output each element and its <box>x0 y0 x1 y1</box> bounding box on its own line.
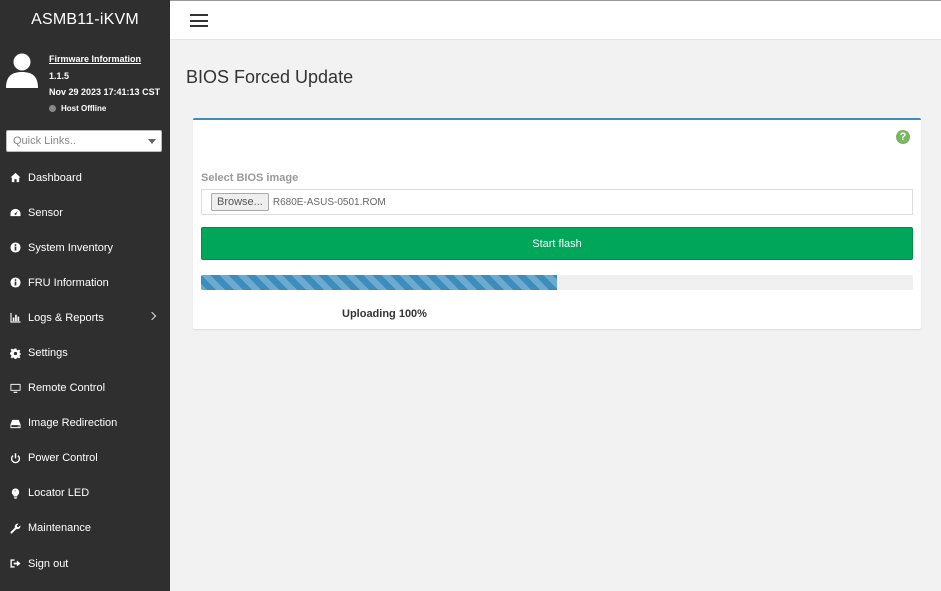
info-circle-icon <box>10 242 21 253</box>
upload-progress-track <box>201 275 913 290</box>
user-panel: Firmware Information 1.1.5 Nov 29 2023 1… <box>0 40 170 120</box>
wrench-icon <box>10 523 21 534</box>
home-icon <box>10 172 21 183</box>
start-flash-button[interactable]: Start flash <box>201 227 913 260</box>
lightbulb-icon <box>10 488 21 499</box>
host-status-label: Host Offline <box>61 103 107 113</box>
sidebar-item-label: System Inventory <box>28 241 113 254</box>
page-title: BIOS Forced Update <box>186 67 354 87</box>
sidebar: ASMB11-iKVM Firmware Information 1.1.5 N… <box>0 0 170 591</box>
quick-links-placeholder: Quick Links.. <box>13 135 76 147</box>
hamburger-menu-icon[interactable] <box>190 14 208 27</box>
sidebar-item-label: Sign out <box>28 557 69 570</box>
caret-down-icon <box>148 139 156 144</box>
sidebar-item-label: Settings <box>28 347 68 360</box>
sidebar-item-label: Power Control <box>28 452 98 465</box>
sidebar-item-label: Locator LED <box>28 487 90 500</box>
sidebar-item-remote-control[interactable]: Remote Control <box>0 371 170 406</box>
sign-out-icon <box>10 558 21 569</box>
selected-file-name: R680E-ASUS-0501.ROM <box>272 196 386 208</box>
user-avatar-icon <box>6 53 38 88</box>
tachometer-icon <box>10 207 21 218</box>
sidebar-item-label: Dashboard <box>28 171 82 184</box>
sidebar-item-label: Sensor <box>28 206 63 219</box>
sidebar-item-label: Logs & Reports <box>28 311 104 324</box>
info-circle-icon <box>10 277 21 288</box>
help-icon[interactable]: ? <box>896 130 910 144</box>
status-dot-icon <box>49 105 56 112</box>
sidebar-item-power-control[interactable]: Power Control <box>0 441 170 476</box>
select-bios-image-label: Select BIOS image <box>201 172 299 184</box>
firmware-build-date: Nov 29 2023 17:41:13 CST <box>49 87 161 97</box>
firmware-information-link[interactable]: Firmware Information <box>49 51 160 68</box>
sidebar-item-sign-out[interactable]: Sign out <box>0 546 170 581</box>
sidebar-item-system-inventory[interactable]: System Inventory <box>0 230 170 265</box>
sidebar-item-locator-led[interactable]: Locator LED <box>0 476 170 511</box>
sidebar-item-logs-reports[interactable]: Logs & Reports <box>0 300 170 335</box>
brand-title: ASMB11-iKVM <box>31 11 139 28</box>
bios-update-panel: ? Select BIOS image Browse... R680E-ASUS… <box>193 118 921 329</box>
firmware-version: 1.1.5 <box>49 70 70 81</box>
top-bar <box>170 0 941 40</box>
sidebar-item-maintenance[interactable]: Maintenance <box>0 511 170 546</box>
host-status: Host Offline <box>49 101 160 117</box>
gear-icon <box>10 347 21 359</box>
quick-links-select[interactable]: Quick Links.. <box>6 130 162 152</box>
sidebar-item-fru-information[interactable]: FRU Information <box>0 265 170 300</box>
sidebar-item-dashboard[interactable]: Dashboard <box>0 160 170 195</box>
upload-progress-text: Uploading 100% <box>342 308 427 320</box>
sidebar-item-label: Maintenance <box>28 522 91 535</box>
monitor-icon <box>10 383 21 394</box>
browse-button[interactable]: Browse... <box>211 193 269 211</box>
bar-chart-icon <box>10 312 21 323</box>
chevron-right-icon <box>147 312 157 321</box>
upload-progress-bar <box>201 275 557 290</box>
sidebar-item-sensor[interactable]: Sensor <box>0 195 170 230</box>
power-icon <box>10 453 21 464</box>
bios-file-input[interactable]: Browse... R680E-ASUS-0501.ROM <box>201 189 913 215</box>
sidebar-item-settings[interactable]: Settings <box>0 335 170 370</box>
sidebar-item-label: FRU Information <box>28 276 109 289</box>
hdd-icon <box>10 418 21 429</box>
sidebar-item-label: Remote Control <box>28 382 106 395</box>
sidebar-item-image-redirection[interactable]: Image Redirection <box>0 406 170 441</box>
sidebar-item-label: Image Redirection <box>28 417 118 430</box>
sidebar-nav: Dashboard Sensor System Inventory FRU In… <box>0 160 170 581</box>
